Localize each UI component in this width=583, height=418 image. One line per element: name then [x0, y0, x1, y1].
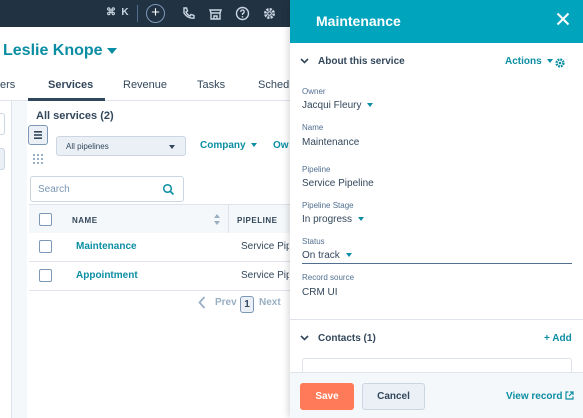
caret-down-icon	[546, 59, 553, 64]
status-label: Status	[302, 237, 325, 246]
phone-icon[interactable]	[180, 5, 197, 22]
table-header: NAME PIPELINE	[29, 204, 290, 234]
pipeline-select-value: All pipelines	[66, 142, 109, 151]
sidebar-collapse-handle[interactable]	[0, 113, 5, 135]
grid-view-icon	[33, 154, 43, 164]
chevron-left-icon	[198, 296, 206, 309]
cancel-button[interactable]: Cancel	[362, 383, 425, 410]
command-key-hint: ⌘	[106, 7, 116, 18]
save-button[interactable]: Save	[300, 383, 354, 410]
list-view-button[interactable]	[28, 125, 48, 145]
contacts-section-header[interactable]: Contacts (1) + Add	[290, 324, 583, 354]
status-field[interactable]: On track	[302, 250, 352, 261]
chevron-down-icon	[300, 58, 309, 64]
table-row: Maintenance Service Pipeline	[29, 233, 290, 262]
tab-revenue[interactable]: Revenue	[123, 79, 167, 91]
owner-filter[interactable]: Ow	[273, 140, 289, 151]
gear-icon[interactable]	[554, 57, 566, 69]
sidebar-item[interactable]	[0, 148, 5, 170]
pipeline-field[interactable]: Service Pipeline	[302, 178, 374, 189]
record-source-value: CRM UI	[302, 287, 338, 298]
column-header-name[interactable]: NAME	[72, 216, 98, 225]
actions-menu[interactable]: Actions	[505, 56, 553, 67]
tab-services[interactable]: Services	[48, 79, 93, 91]
pipeline-cell: Service Pipeline	[241, 270, 289, 281]
record-owner-name-text: Leslie Knope	[3, 42, 103, 59]
search-placeholder: Search	[38, 184, 70, 195]
column-header-pipeline[interactable]: PIPELINE	[237, 216, 277, 225]
select-all-checkbox[interactable]	[39, 213, 52, 226]
chevron-down-icon	[106, 47, 117, 54]
service-link[interactable]: Maintenance	[76, 241, 137, 252]
owner-label: Owner	[302, 87, 326, 96]
services-title: All services (2)	[36, 110, 114, 122]
row-checkbox[interactable]	[39, 269, 52, 282]
status-value: On track	[302, 250, 340, 261]
contacts-section-title: Contacts (1)	[318, 333, 376, 344]
pipeline-stage-value: In progress	[302, 214, 353, 225]
close-icon[interactable]	[556, 12, 570, 26]
tab-tasks[interactable]: Tasks	[197, 79, 225, 91]
about-section-header[interactable]: About this service Actions	[290, 47, 583, 77]
pipeline-stage-field[interactable]: In progress	[302, 214, 365, 225]
contact-card	[302, 358, 572, 372]
view-record-link[interactable]: View record	[506, 391, 563, 402]
settings-icon[interactable]	[261, 5, 278, 22]
owner-value: Jacqui Fleury	[302, 100, 362, 111]
panel-footer: Save Cancel View record	[290, 372, 583, 418]
pipeline-cell: Service Pipeline	[241, 241, 289, 252]
add-contact-button[interactable]: + Add	[544, 333, 572, 344]
external-link-icon	[565, 391, 574, 400]
sort-icon[interactable]	[214, 214, 220, 225]
owner-filter-label: Ow	[273, 140, 289, 151]
name-label: Name	[302, 123, 324, 132]
section-divider	[290, 319, 583, 320]
status-field-underline	[302, 263, 572, 264]
help-icon[interactable]	[234, 5, 251, 22]
tab-others[interactable]: ers	[0, 79, 15, 91]
list-view-icon	[34, 131, 42, 139]
search-icon	[162, 183, 175, 196]
actions-menu-label: Actions	[505, 56, 542, 67]
service-link[interactable]: Appointment	[76, 270, 138, 281]
about-section-title: About this service	[318, 56, 405, 67]
current-page[interactable]: 1	[240, 296, 254, 313]
k-key-hint: K	[121, 7, 129, 18]
next-page-button[interactable]: Next	[259, 297, 281, 308]
company-filter-label: Company	[200, 140, 246, 151]
create-new-button[interactable]: +	[146, 4, 165, 23]
marketplace-icon[interactable]	[207, 5, 224, 22]
caret-down-icon	[345, 253, 352, 258]
panel-header: Maintenance	[290, 0, 583, 43]
nav-divider	[137, 5, 138, 22]
table-row: Appointment Service Pipeline	[29, 262, 290, 291]
pipeline-select[interactable]: All pipelines	[56, 136, 186, 156]
owner-field[interactable]: Jacqui Fleury	[302, 100, 374, 111]
caret-down-icon	[367, 103, 374, 108]
record-header: Leslie Knope ers Services Revenue Tasks …	[0, 27, 295, 101]
column-divider	[228, 205, 229, 234]
record-source-label: Record source	[302, 273, 355, 282]
pipeline-label: Pipeline	[302, 165, 331, 174]
board-view-button[interactable]	[28, 149, 48, 169]
left-sidebar-edge	[0, 101, 12, 418]
prev-page-button[interactable]: Prev	[215, 297, 237, 308]
caret-down-icon	[169, 145, 175, 149]
caret-down-icon	[358, 217, 365, 222]
service-preview-panel: Maintenance About this service Actions O…	[290, 0, 583, 418]
caret-down-icon	[250, 143, 257, 148]
pipeline-stage-label: Pipeline Stage	[302, 201, 354, 210]
company-filter[interactable]: Company	[200, 140, 257, 151]
chevron-down-icon	[300, 335, 309, 341]
panel-title: Maintenance	[316, 13, 401, 29]
name-field[interactable]: Maintenance	[302, 137, 359, 148]
row-checkbox[interactable]	[39, 240, 52, 253]
record-owner-name[interactable]: Leslie Knope	[3, 42, 117, 60]
search-input[interactable]: Search	[30, 176, 184, 202]
